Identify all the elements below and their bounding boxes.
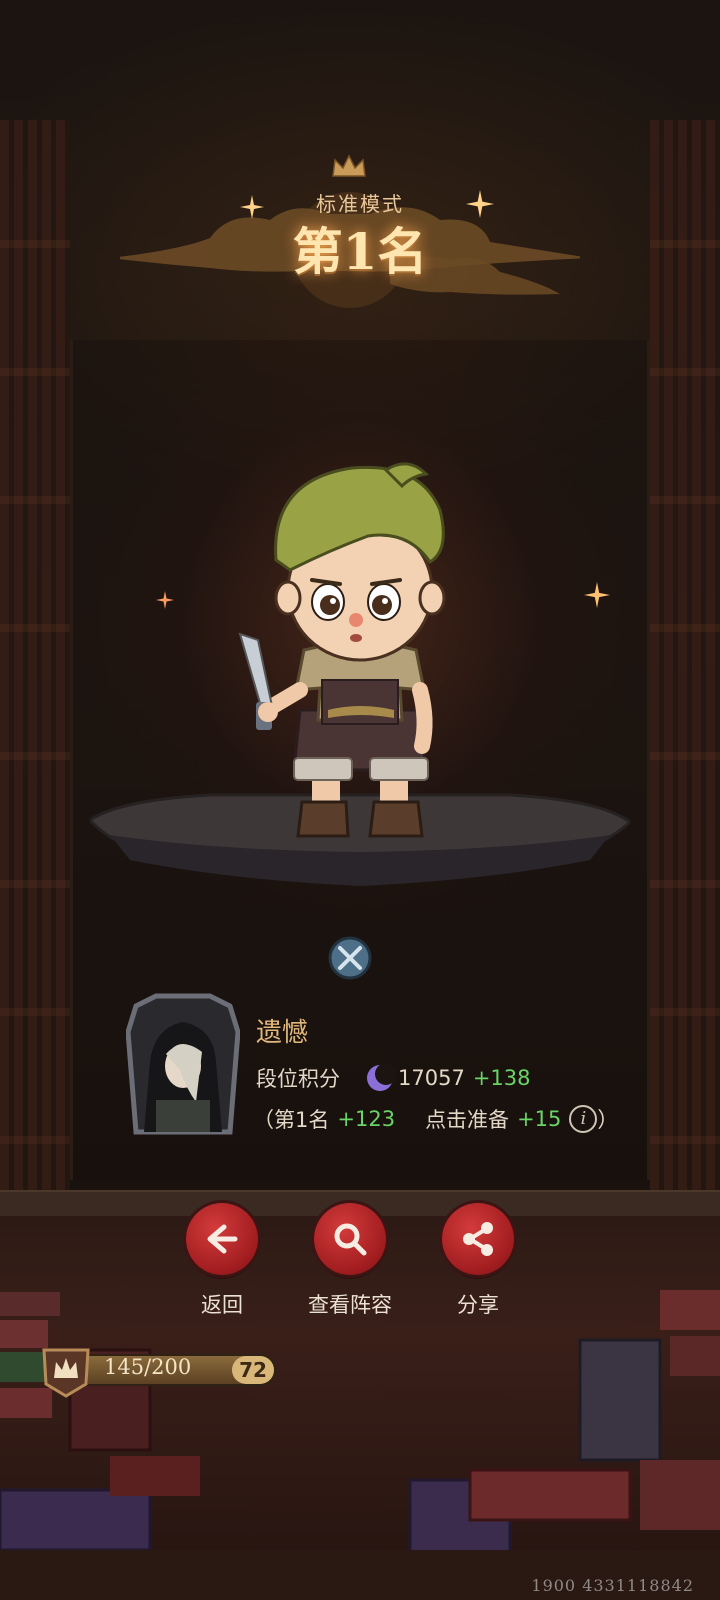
view-lineup-button-circle[interactable] — [314, 1203, 386, 1275]
crown-icon — [332, 154, 366, 177]
back-button-circle[interactable] — [186, 1203, 258, 1275]
crossed-swords-icon — [328, 936, 372, 980]
share-button-circle[interactable] — [442, 1203, 514, 1275]
breakdown-open-paren: （ — [253, 1108, 274, 1132]
rank-points-row: 段位积分 17057 +138 — [256, 1062, 531, 1094]
player-level: 72 — [232, 1356, 274, 1384]
player-id-text: 1900 4331118842 — [531, 1576, 694, 1595]
result-screen: 标准模式 第1名 遗憾 段位积分 17057 +138 （ 第1名 +123 点… — [0, 0, 720, 1600]
left-bookshelf — [0, 120, 70, 1220]
book-pile-decoration — [0, 1290, 720, 1600]
info-icon[interactable]: i — [569, 1105, 598, 1133]
magnifier-icon — [334, 1223, 367, 1256]
placement-label: 第1名 — [274, 1108, 330, 1132]
rank-title: 第1名 — [292, 222, 428, 281]
ready-bonus: +15 — [517, 1107, 562, 1131]
crown-badge-icon — [42, 1348, 90, 1398]
right-bookshelf — [650, 120, 720, 1220]
rank-points-label: 段位积分 — [256, 1067, 340, 1091]
crescent-moon-icon — [367, 1063, 396, 1091]
ready-label: 点击准备 — [425, 1108, 510, 1132]
character-figure — [90, 462, 630, 886]
breakdown-close-paren: ） — [597, 1108, 619, 1132]
share-icon — [463, 1222, 493, 1256]
player-name: 遗憾 — [256, 1018, 309, 1048]
rank-points-delta: +138 — [472, 1066, 531, 1090]
arrow-left-icon — [207, 1224, 238, 1254]
sparkle-icon — [240, 195, 264, 219]
player-avatar — [126, 993, 240, 1135]
points-breakdown-row: （ 第1名 +123 点击准备 +15 i ） — [253, 1104, 618, 1134]
sparkle-icon — [466, 190, 494, 218]
rank-points-value: 17057 — [398, 1066, 465, 1090]
placement-bonus: +123 — [337, 1107, 396, 1131]
level-progress-text: 145/200 — [104, 1355, 192, 1379]
